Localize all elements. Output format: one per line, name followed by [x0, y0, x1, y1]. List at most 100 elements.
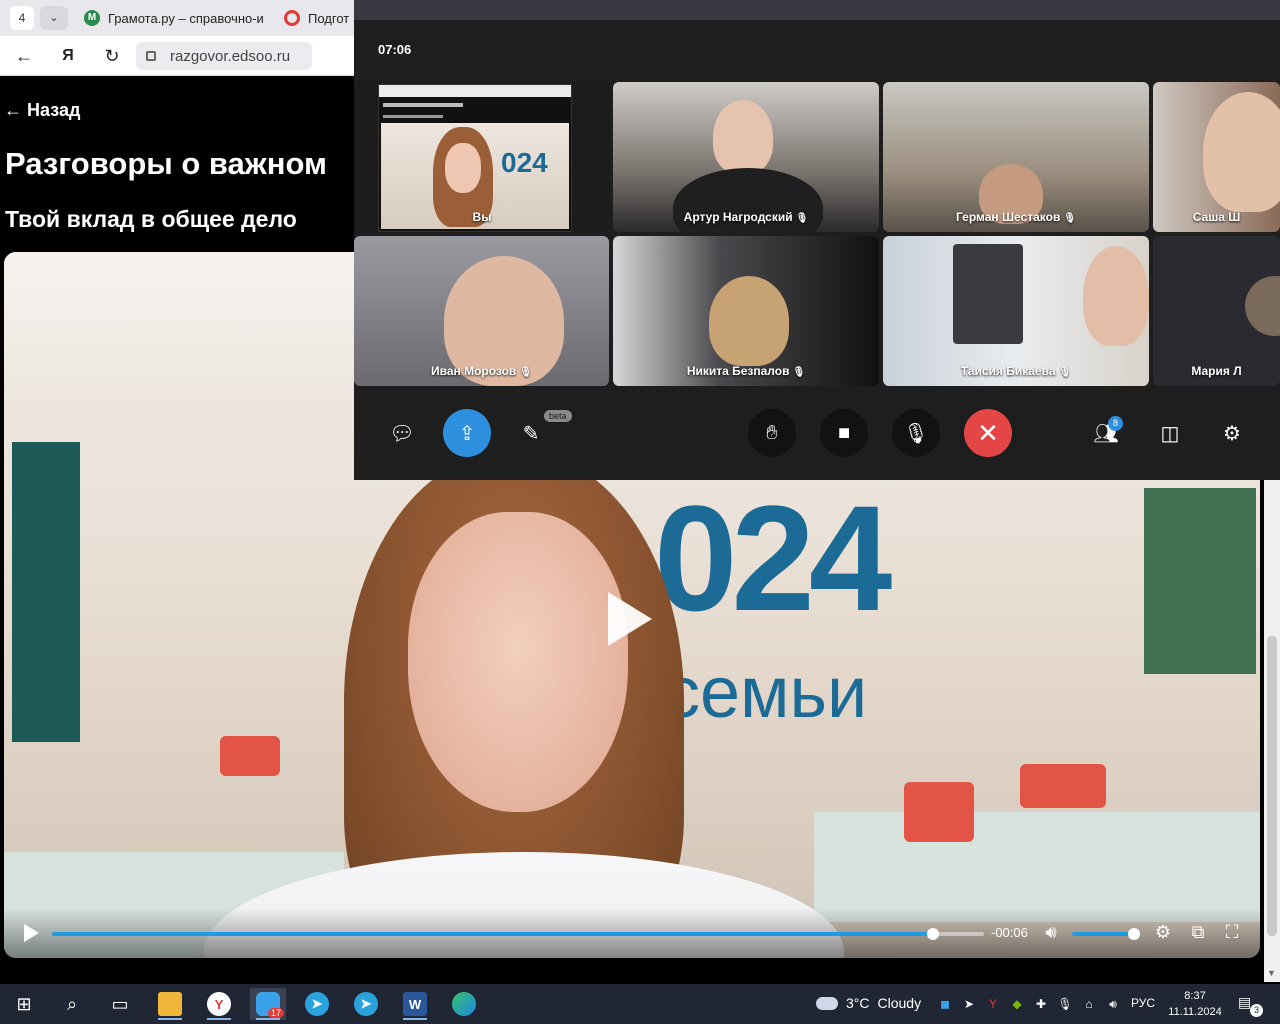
- input-language[interactable]: РУС: [1131, 996, 1155, 1010]
- unread-badge: 17: [267, 1008, 284, 1018]
- mic-off-icon: 🎙︎: [1058, 367, 1072, 378]
- layout-icon[interactable]: ◫: [1146, 409, 1194, 457]
- weather-condition: Cloudy: [877, 995, 922, 1011]
- notification-count: 3: [1250, 1004, 1263, 1017]
- telegram-icon[interactable]: ➤: [348, 988, 384, 1020]
- call-timer: 07:06: [378, 42, 412, 57]
- edge-logo-icon: [452, 992, 476, 1016]
- address-text: razgovor.edsoo.ru: [170, 47, 291, 65]
- active-indicator: [403, 1018, 427, 1020]
- participant-tile[interactable]: Артур Нагродский 🎙︎: [613, 82, 879, 232]
- volume-icon[interactable]: 🔊︎: [1040, 921, 1062, 943]
- yandex-messenger-icon[interactable]: 17: [250, 988, 286, 1020]
- yandex-browser-icon[interactable]: Y: [201, 988, 237, 1020]
- volume-fill: [1072, 932, 1134, 936]
- gramota-favicon-icon: M: [84, 10, 100, 26]
- scroll-down-icon[interactable]: ▼: [1267, 968, 1276, 978]
- gear-icon[interactable]: ⚙: [1152, 921, 1174, 943]
- folder-icon: [158, 992, 182, 1016]
- participant-tile[interactable]: Иван Морозов 🎙︎: [354, 236, 609, 386]
- screen-share-button[interactable]: ⇪: [443, 409, 491, 457]
- active-indicator: [256, 1018, 280, 1020]
- back-link[interactable]: ← Назад: [4, 100, 80, 121]
- system-clock[interactable]: 8:37 11.11.2024: [1166, 988, 1224, 1020]
- tab-label: Подгот: [308, 10, 350, 26]
- banner-number: 024: [654, 474, 892, 642]
- banner-word: семьи: [664, 653, 868, 733]
- fullscreen-icon[interactable]: ⛶: [1221, 921, 1243, 943]
- progress-knob[interactable]: [926, 928, 939, 940]
- video-call-window: 07:06 024 Вы Артур Нагродский 🎙︎ Герман Ш…: [354, 0, 1280, 480]
- time-remaining: -00:06: [991, 925, 1028, 940]
- participant-face: [709, 276, 789, 366]
- tab-count-button[interactable]: 4: [10, 6, 34, 30]
- video-progress-bar[interactable]: [52, 928, 984, 940]
- windows-start-icon[interactable]: ⊞: [6, 988, 42, 1020]
- mic-off-icon: 🎙︎: [1063, 213, 1077, 224]
- popout-icon[interactable]: ⧉: [1187, 921, 1209, 943]
- microphone-icon[interactable]: 🎙︎: [892, 409, 940, 457]
- participants-count-badge: 8: [1108, 416, 1123, 431]
- participant-face: [1203, 92, 1280, 212]
- camera-icon[interactable]: ■: [820, 409, 868, 457]
- tray-volume-icon[interactable]: 🔊︎: [1105, 996, 1121, 1012]
- search-icon[interactable]: ⌕: [54, 988, 90, 1020]
- telegram-icon[interactable]: ➤: [299, 988, 335, 1020]
- page-title: Разговоры о важном: [5, 146, 327, 181]
- participant-phone: [953, 244, 1023, 344]
- participant-name: Никита Безпалов 🎙︎: [613, 364, 879, 378]
- tray-yandex-icon[interactable]: Y: [985, 996, 1001, 1012]
- participant-name: Мария Л: [1191, 364, 1242, 378]
- gear-icon[interactable]: ⚙: [1208, 409, 1256, 457]
- raise-hand-icon[interactable]: ✋︎: [748, 409, 796, 457]
- edge-icon[interactable]: [446, 988, 482, 1020]
- participant-tile[interactable]: Герман Шестаков 🎙︎: [883, 82, 1149, 232]
- participant-name-text: Артур Нагродский: [683, 210, 793, 224]
- file-explorer-icon[interactable]: [152, 988, 188, 1020]
- site-favicon-icon: [284, 10, 300, 26]
- windows-taskbar: ⊞ ⌕ ▭ Y 17 ➤ ➤ W 3°C Cloudy ◼ ➤ Y ◆ ✚ 🎙︎…: [0, 984, 1280, 1024]
- participant-tile[interactable]: Мария Л: [1153, 236, 1280, 386]
- tab-label: Грамота.ру – справочно-и: [108, 10, 264, 26]
- tab-gramota[interactable]: M Грамота.ру – справочно-и: [84, 4, 270, 32]
- yandex-logo-icon[interactable]: Я: [56, 44, 80, 68]
- tray-security-icon[interactable]: ✚: [1033, 996, 1049, 1012]
- active-indicator: [158, 1018, 182, 1020]
- tab-podgot[interactable]: Подгот: [284, 4, 354, 32]
- word-icon[interactable]: W: [397, 988, 433, 1020]
- address-bar[interactable]: razgovor.edsoo.ru: [136, 42, 312, 70]
- share-logo: 024: [501, 147, 548, 178]
- task-view-icon[interactable]: ▭: [102, 988, 138, 1020]
- end-call-button[interactable]: ✕: [964, 409, 1012, 457]
- volume-slider[interactable]: [1072, 928, 1140, 940]
- scrollbar-thumb[interactable]: [1267, 636, 1277, 936]
- back-arrow-icon[interactable]: ←: [12, 44, 36, 68]
- tray-nvidia-icon[interactable]: ◆: [1009, 996, 1025, 1012]
- participant-name: Таисия Бикаева 🎙︎: [883, 364, 1149, 378]
- call-titlebar: [354, 0, 1280, 20]
- big-play-icon[interactable]: [608, 592, 652, 646]
- share-browser-bar: [379, 85, 571, 97]
- screen: 4 ⌄ M Грамота.ру – справочно-и Подгот ← …: [0, 0, 1280, 1024]
- play-icon[interactable]: [24, 924, 39, 942]
- participant-tile[interactable]: Никита Безпалов 🎙︎: [613, 236, 879, 386]
- chat-icon[interactable]: 💬︎: [378, 409, 426, 457]
- tray-telegram-icon[interactable]: ➤: [961, 996, 977, 1012]
- notification-center-icon[interactable]: ▤ 3: [1238, 994, 1263, 1017]
- participants-icon[interactable]: 👥︎: [1082, 409, 1130, 457]
- participant-name: Вы: [472, 210, 492, 224]
- yandex-logo-icon: Y: [207, 992, 231, 1016]
- tab-list-dropdown[interactable]: ⌄: [40, 6, 68, 30]
- participant-tile[interactable]: Таисия Бикаева 🎙︎: [883, 236, 1149, 386]
- participant-tile[interactable]: Саша Ш: [1153, 82, 1280, 232]
- participant-tile-self[interactable]: 024 Вы: [354, 82, 610, 232]
- tray-microphone-icon[interactable]: 🎙︎: [1057, 996, 1073, 1012]
- reload-icon[interactable]: ↻: [100, 44, 124, 68]
- cloud-icon: [816, 996, 838, 1010]
- telegram-logo-icon: ➤: [354, 992, 378, 1016]
- tray-network-icon[interactable]: ⌂: [1081, 996, 1097, 1012]
- tray-app-icon[interactable]: ◼: [937, 996, 953, 1012]
- weather-widget[interactable]: 3°C Cloudy: [816, 995, 921, 1011]
- participant-name-text: Иван Морозов: [430, 364, 517, 378]
- volume-knob[interactable]: [1128, 928, 1140, 940]
